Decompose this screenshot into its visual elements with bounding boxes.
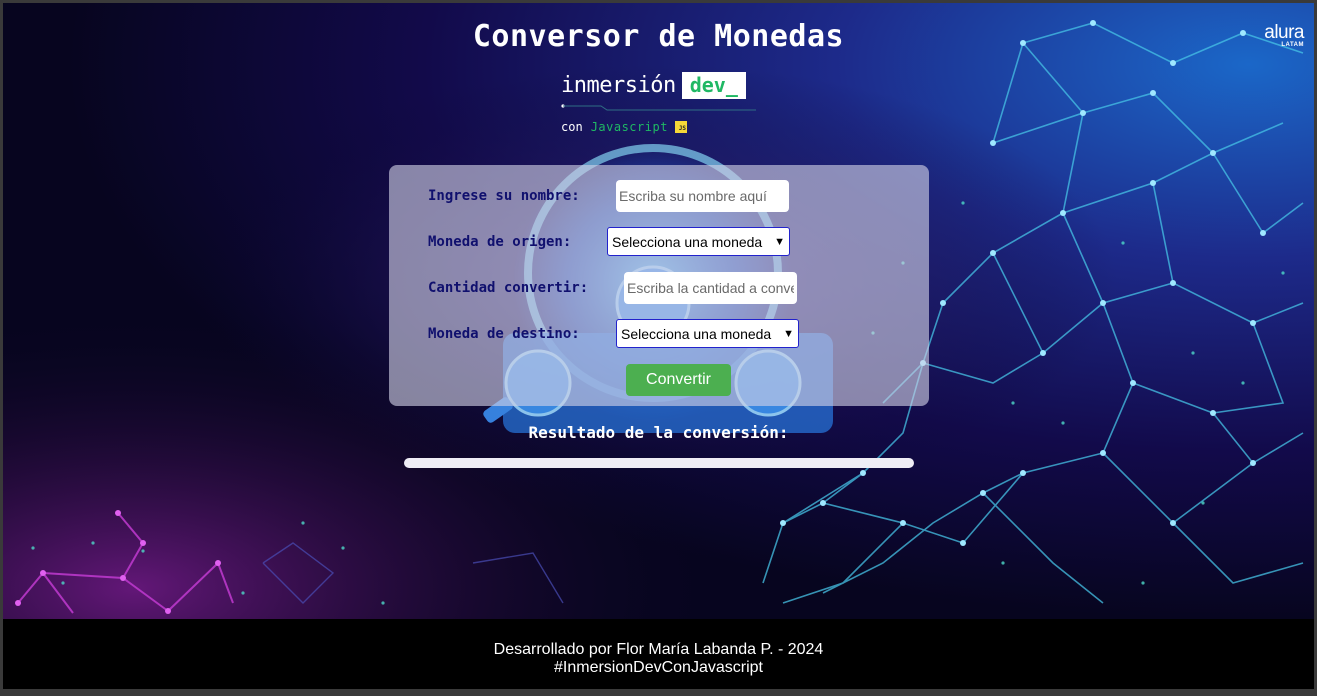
target-currency-value: Selecciona una moneda — [621, 325, 772, 342]
name-input[interactable] — [616, 180, 789, 212]
inmersion-text: inmersión — [561, 73, 676, 98]
dev-badge: dev_ — [681, 72, 746, 99]
footer-hashtag: #InmersionDevConJavascript — [554, 659, 763, 676]
alura-logo: alura LATAM — [1264, 23, 1304, 48]
name-label: Ingrese su nombre: — [428, 188, 580, 204]
footer: Desarrollado por Flor María Labanda P. -… — [3, 619, 1314, 689]
chevron-down-icon: ▼ — [774, 235, 785, 248]
footer-credit: Desarrollado por Flor María Labanda P. -… — [493, 641, 824, 658]
javascript-text: Javascript — [590, 120, 668, 134]
origin-currency-select[interactable]: Selecciona una moneda ▼ — [607, 227, 790, 256]
con-text: con — [561, 120, 583, 134]
alura-logo-text: alura — [1264, 22, 1304, 43]
result-output — [404, 458, 914, 468]
chevron-down-icon: ▼ — [783, 327, 794, 340]
origin-currency-label: Moneda de origen: — [428, 234, 572, 250]
page-title: Conversor de Monedas — [472, 19, 845, 54]
amount-label: Cantidad convertir: — [428, 280, 589, 296]
app-window: Conversor de Monedas alura LATAM inmersi… — [3, 3, 1314, 689]
amount-input[interactable] — [624, 272, 797, 304]
origin-currency-value: Selecciona una moneda — [612, 233, 763, 250]
convert-button[interactable]: Convertir — [626, 364, 731, 396]
logo-underline — [561, 104, 756, 111]
inmersion-dev-logo: inmersión dev_ con Javascript JS — [561, 72, 761, 134]
target-currency-label: Moneda de destino: — [428, 326, 580, 342]
result-label: Resultado de la conversión: — [528, 423, 789, 442]
js-badge: JS — [674, 121, 687, 133]
target-currency-select[interactable]: Selecciona una moneda ▼ — [616, 319, 799, 348]
